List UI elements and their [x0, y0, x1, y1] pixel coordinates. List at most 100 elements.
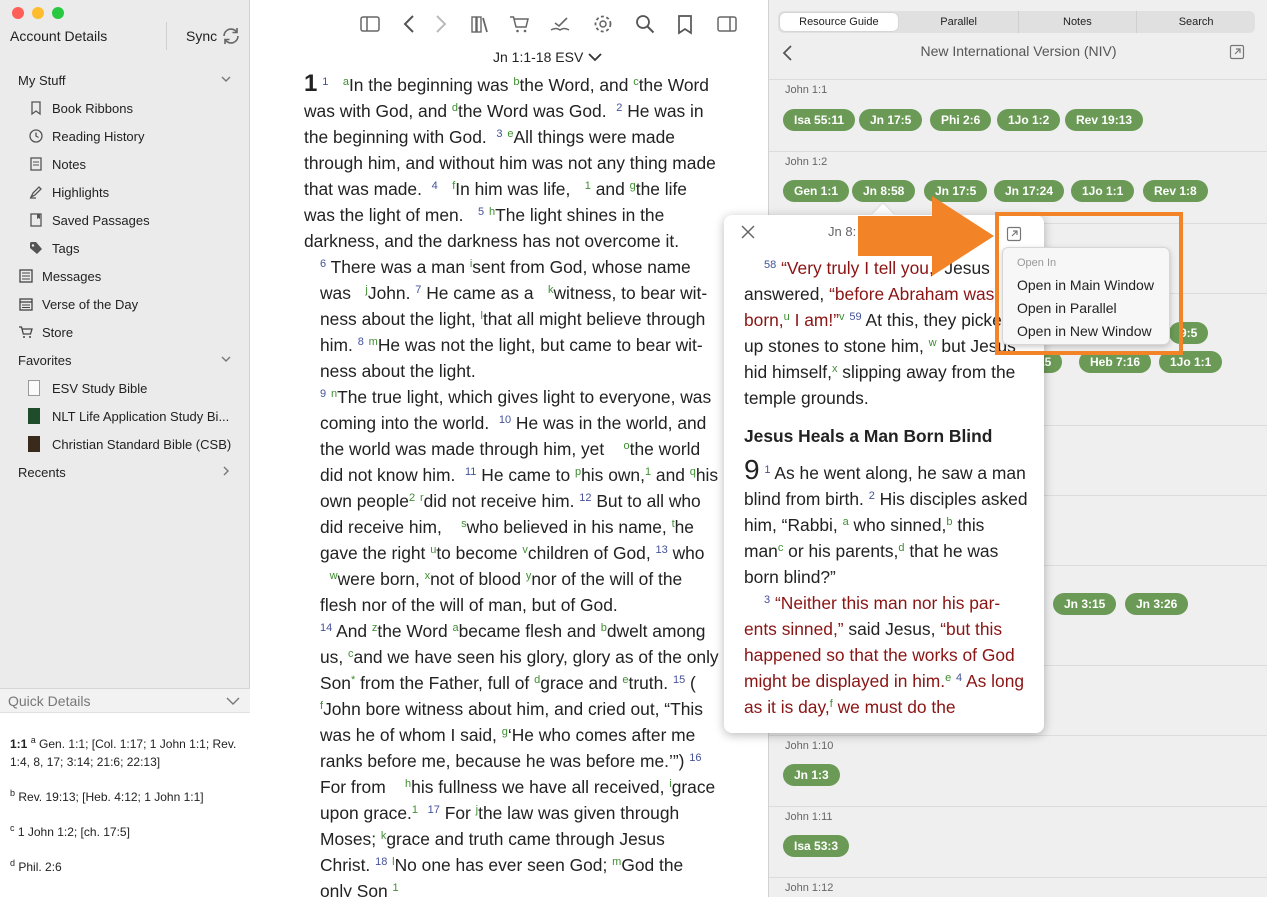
close-icon[interactable]	[740, 224, 756, 240]
quick-detail-entry[interactable]: d Phil. 2:6	[10, 854, 242, 876]
minimize-window-button[interactable]	[32, 7, 44, 19]
panel-toggle-icon[interactable]	[716, 13, 738, 35]
bible-reader: Jn 1:1-18 ESV 1 1 aIn the beginning was …	[251, 0, 768, 897]
sync-icon[interactable]	[220, 25, 242, 47]
cross-ref-pill[interactable]: 1Jo 1:1	[1071, 180, 1135, 202]
sidebar-item-store[interactable]: Store	[0, 318, 250, 346]
footnote-marker: a	[30, 735, 36, 745]
quick-details-header[interactable]: Quick Details	[0, 689, 250, 713]
close-window-button[interactable]	[12, 7, 24, 19]
cross-reference-text: Phil. 2:6	[18, 860, 62, 874]
sidebar-item-label: Book Ribbons	[52, 100, 133, 116]
messages-icon	[19, 269, 33, 283]
footnote-marker: d	[10, 858, 16, 868]
sidebar-item-label: Christian Standard Bible (CSB)	[52, 436, 232, 452]
my-stuff-header[interactable]: My Stuff	[0, 66, 250, 94]
cart-icon[interactable]	[509, 13, 531, 35]
bookmark-icon[interactable]	[674, 13, 696, 35]
app-window: Account Details Sync My Stuff Book Ribbo…	[0, 0, 1267, 897]
footnote-marker: c	[10, 823, 15, 833]
sidebar-item-tags[interactable]: Tags	[0, 234, 250, 262]
search-icon[interactable]	[634, 13, 656, 35]
sidebar-item-nlt-study-bible[interactable]: NLT Life Application Study Bi...	[0, 402, 250, 430]
passage-selector[interactable]: Jn 1:1-18 ESV	[493, 49, 583, 65]
forward-icon[interactable]	[429, 13, 451, 35]
highlighter-icon	[29, 186, 42, 199]
tag-icon	[30, 242, 42, 254]
sidebar-item-book-ribbons[interactable]: Book Ribbons	[0, 94, 250, 122]
sidebar-item-label: Verse of the Day	[42, 296, 139, 312]
bible-text[interactable]: 1 1 aIn the beginning was bthe Word, and…	[304, 71, 719, 897]
tab-parallel[interactable]: Parallel	[900, 11, 1019, 33]
cross-ref-pill[interactable]: Isa 53:3	[783, 835, 850, 857]
cross-ref-pill[interactable]: Jn 3:26	[1125, 593, 1189, 615]
quick-detail-entry[interactable]: c 1 John 1:2; [ch. 17:5]	[10, 819, 242, 841]
cross-ref-section: John 1:10 Jn 1:3	[769, 735, 1267, 806]
section-label: John 1:1	[785, 84, 828, 96]
tab-resource-guide[interactable]: Resource Guide	[780, 13, 898, 31]
cross-ref-pill[interactable]: Rev 19:13	[1065, 109, 1144, 131]
sidebar-item-saved-passages[interactable]: Saved Passages	[0, 206, 250, 234]
cross-ref-pill[interactable]: Jn 3:15	[1053, 593, 1117, 615]
book-cover-icon	[28, 380, 40, 396]
tab-notes[interactable]: Notes	[1019, 11, 1138, 33]
cross-reference-text: Gen. 1:1; [Col. 1:17; 1 John 1:1; Rev. 1…	[10, 737, 237, 769]
section-label: John 1:11	[785, 811, 833, 823]
reading-plan-icon[interactable]	[549, 13, 571, 35]
popover-title: Jn 8:	[828, 224, 857, 239]
sidebar-item-label: Tags	[52, 240, 80, 256]
sidebar-item-label: Store	[42, 324, 74, 340]
sidebar-item-label: ESV Study Bible	[52, 380, 148, 396]
resource-title: New International Version (NIV)	[920, 43, 1117, 59]
cross-ref-pill[interactable]: Isa 55:11	[783, 109, 856, 131]
calendar-icon	[19, 298, 33, 311]
sidebar-nav: My Stuff Book Ribbons Reading History No…	[0, 66, 250, 486]
cross-ref-pill[interactable]: Gen 1:1	[783, 180, 850, 202]
quick-detail-entry[interactable]: b Rev. 19:13; [Heb. 4:12; 1 John 1:1]	[10, 784, 242, 806]
account-details-title[interactable]: Account Details	[10, 28, 107, 44]
chevron-down-icon[interactable]	[220, 73, 232, 85]
sidebar: Account Details Sync My Stuff Book Ribbo…	[0, 0, 250, 897]
sync-button[interactable]: Sync	[186, 28, 217, 44]
sidebar-item-csb[interactable]: Christian Standard Bible (CSB)	[0, 430, 250, 458]
chevron-down-icon[interactable]	[588, 52, 602, 62]
zoom-window-button[interactable]	[52, 7, 64, 19]
tab-search[interactable]: Search	[1137, 11, 1255, 33]
sidebar-item-notes[interactable]: Notes	[0, 150, 250, 178]
chevron-right-icon[interactable]	[220, 465, 232, 477]
favorites-header[interactable]: Favorites	[0, 346, 250, 374]
open-external-icon[interactable]	[1229, 44, 1245, 60]
favorites-label: Favorites	[18, 352, 72, 368]
cart-icon	[19, 326, 33, 338]
section-label: John 1:12	[785, 882, 834, 894]
cross-ref-pill[interactable]: Phi 2:6	[930, 109, 992, 131]
sidebar-item-highlights[interactable]: Highlights	[0, 178, 250, 206]
quick-details-title: Quick Details	[8, 692, 91, 709]
sidebar-item-label: Messages	[42, 268, 102, 284]
quick-detail-entry[interactable]: 1:1 a Gen. 1:1; [Col. 1:17; 1 John 1:1; …	[10, 731, 242, 771]
sidebar-item-esv-study-bible[interactable]: ESV Study Bible	[0, 374, 250, 402]
chevron-down-icon[interactable]	[220, 353, 232, 365]
cross-ref-pill[interactable]: Rev 1:8	[1143, 180, 1208, 202]
gear-icon[interactable]	[592, 13, 614, 35]
resource-tabs: Resource Guide Parallel Notes Search	[778, 11, 1255, 33]
cross-ref-pill[interactable]: Jn 17:5	[859, 109, 923, 131]
version-abbrev: ESV	[555, 49, 584, 65]
cross-ref-pill[interactable]: 1Jo 1:2	[997, 109, 1061, 131]
sidebar-toggle-icon[interactable]	[359, 13, 381, 35]
clock-icon	[29, 129, 43, 143]
chevron-down-icon[interactable]	[226, 695, 240, 707]
sidebar-item-messages[interactable]: Messages	[0, 262, 250, 290]
back-icon[interactable]	[399, 13, 421, 35]
recents-header[interactable]: Recents	[0, 458, 250, 486]
sidebar-item-reading-history[interactable]: Reading History	[0, 122, 250, 150]
popover-text[interactable]: 58 “Very truly I tell you,” Jesus answer…	[744, 255, 1028, 720]
cross-ref-section: John 1:1 Isa 55:11 Jn 17:5 Phi 2:6 1Jo 1…	[769, 79, 1267, 151]
sidebar-item-verse-of-the-day[interactable]: Verse of the Day	[0, 290, 250, 318]
library-icon[interactable]	[469, 13, 491, 35]
sidebar-item-label: NLT Life Application Study Bi...	[52, 408, 230, 424]
sidebar-item-label: Highlights	[52, 184, 110, 200]
my-stuff-label: My Stuff	[18, 72, 66, 88]
cross-ref-pill[interactable]: Jn 1:3	[783, 764, 840, 786]
cross-ref-pill[interactable]: Jn 17:24	[994, 180, 1065, 202]
